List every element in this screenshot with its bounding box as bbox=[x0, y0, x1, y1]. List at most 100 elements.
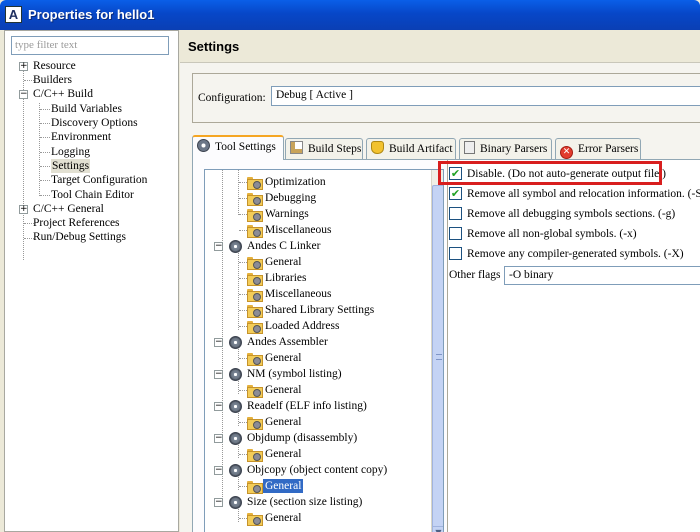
collapse-icon[interactable]: − bbox=[214, 434, 223, 443]
scrollbar-thumb[interactable] bbox=[432, 185, 443, 530]
tree-item-libraries[interactable]: Libraries bbox=[265, 271, 307, 285]
tree-item-general[interactable]: General bbox=[265, 447, 301, 461]
expand-icon[interactable]: + bbox=[19, 205, 28, 214]
scroll-down-icon[interactable]: ▼ bbox=[432, 526, 443, 532]
sidebar-item-settings[interactable]: Settings bbox=[51, 159, 91, 173]
other-flags-input[interactable]: -O binary bbox=[504, 266, 700, 285]
sidebar-item-resource[interactable]: Resource bbox=[33, 59, 76, 73]
folder-gear-icon bbox=[247, 225, 263, 238]
tree-item-general[interactable]: General bbox=[265, 351, 301, 365]
gear-icon bbox=[229, 240, 242, 253]
tree-line bbox=[239, 182, 247, 183]
tool-settings-panel: Optimization Debugging Warnings Miscella… bbox=[192, 159, 700, 532]
tree-item-general[interactable]: General bbox=[265, 511, 301, 525]
error-icon: ✕ bbox=[560, 146, 573, 159]
folder-gear-icon bbox=[247, 193, 263, 206]
tree-line bbox=[238, 413, 239, 426]
configuration-group: Configuration: Debug [ Active ] bbox=[192, 73, 700, 123]
gear-icon bbox=[229, 400, 242, 413]
collapse-icon[interactable]: − bbox=[214, 498, 223, 507]
tree-scrollbar[interactable]: ▼ bbox=[431, 170, 443, 532]
collapse-icon[interactable]: − bbox=[214, 370, 223, 379]
sidebar: type filter text + Resource Builders − C… bbox=[4, 30, 179, 532]
collapse-icon[interactable]: − bbox=[214, 466, 223, 475]
tab-error-parsers[interactable]: ✕ Error Parsers bbox=[555, 138, 641, 159]
gear-icon bbox=[229, 368, 242, 381]
tree-line bbox=[39, 103, 40, 196]
collapse-icon[interactable]: − bbox=[19, 90, 28, 99]
filter-input[interactable]: type filter text bbox=[11, 36, 169, 55]
tree-item-readelf[interactable]: Readelf (ELF info listing) bbox=[247, 399, 367, 413]
tree-item-general[interactable]: General bbox=[265, 255, 301, 269]
remove-nonglobal-checkbox[interactable] bbox=[449, 227, 462, 240]
tree-line bbox=[239, 230, 247, 231]
checkbox-label: Remove all symbol and relocation informa… bbox=[467, 188, 700, 200]
sidebar-item-cc-general[interactable]: C/C++ General bbox=[33, 202, 104, 216]
sidebar-item-environment[interactable]: Environment bbox=[51, 130, 111, 144]
tree-item-optimization[interactable]: Optimization bbox=[265, 175, 326, 189]
tree-item-andes-c-linker[interactable]: Andes C Linker bbox=[247, 239, 320, 253]
gear-icon bbox=[197, 139, 210, 152]
tab-binary-parsers[interactable]: Binary Parsers bbox=[459, 138, 552, 159]
folder-gear-icon bbox=[247, 417, 263, 430]
tree-item-shared-library-settings[interactable]: Shared Library Settings bbox=[265, 303, 374, 317]
tree-line bbox=[239, 486, 247, 487]
tree-line bbox=[239, 278, 247, 279]
tab-label: Tool Settings bbox=[215, 141, 276, 153]
sidebar-item-cc-build[interactable]: C/C++ Build bbox=[33, 87, 93, 101]
configuration-select[interactable]: Debug [ Active ] bbox=[271, 86, 700, 106]
sidebar-item-builders[interactable]: Builders bbox=[33, 73, 72, 87]
sidebar-item-tool-chain-editor[interactable]: Tool Chain Editor bbox=[51, 188, 134, 202]
title-bar[interactable]: A Properties for hello1 bbox=[0, 0, 700, 30]
checkbox-label: Remove all non-global symbols. (-x) bbox=[467, 228, 637, 240]
tree-line bbox=[238, 349, 239, 362]
expand-icon[interactable]: + bbox=[19, 62, 28, 71]
gear-icon bbox=[229, 496, 242, 509]
tree-item-general-selected[interactable]: General bbox=[263, 479, 304, 493]
tree-item-size[interactable]: Size (section size listing) bbox=[247, 495, 362, 509]
tree-item-objcopy[interactable]: Objcopy (object content copy) bbox=[247, 463, 387, 477]
tree-item-miscellaneous[interactable]: Miscellaneous bbox=[265, 223, 331, 237]
tab-tool-settings[interactable]: Tool Settings bbox=[192, 135, 284, 160]
collapse-icon[interactable]: − bbox=[214, 338, 223, 347]
tree-item-debugging[interactable]: Debugging bbox=[265, 191, 316, 205]
collapse-icon[interactable]: − bbox=[214, 402, 223, 411]
highlight-box bbox=[438, 161, 662, 185]
sidebar-item-discovery-options[interactable]: Discovery Options bbox=[51, 116, 138, 130]
sidebar-item-project-references[interactable]: Project References bbox=[33, 216, 120, 230]
sidebar-item-target-configuration[interactable]: Target Configuration bbox=[51, 173, 147, 187]
page-header: Settings bbox=[180, 30, 700, 62]
tree-line bbox=[239, 326, 247, 327]
folder-gear-icon bbox=[247, 449, 263, 462]
tree-line bbox=[239, 294, 247, 295]
remove-debug-checkbox[interactable] bbox=[449, 207, 462, 220]
checkbox-label: Remove any compiler-generated symbols. (… bbox=[467, 248, 684, 260]
tree-line bbox=[238, 509, 239, 522]
folder-gear-icon bbox=[247, 385, 263, 398]
sidebar-item-build-variables[interactable]: Build Variables bbox=[51, 102, 122, 116]
folder-gear-icon bbox=[247, 481, 263, 494]
tree-item-objdump[interactable]: Objdump (disassembly) bbox=[247, 431, 357, 445]
tab-build-artifact[interactable]: Build Artifact bbox=[366, 138, 456, 159]
sidebar-item-logging[interactable]: Logging bbox=[51, 145, 90, 159]
tree-line bbox=[40, 123, 50, 124]
remove-symbols-checkbox[interactable]: ✔ bbox=[449, 187, 462, 200]
tree-line bbox=[40, 152, 50, 153]
tree-item-miscellaneous[interactable]: Miscellaneous bbox=[265, 287, 331, 301]
tree-item-nm[interactable]: NM (symbol listing) bbox=[247, 367, 342, 381]
checkbox-label: Remove all debugging symbols sections. (… bbox=[467, 208, 676, 220]
tree-item-warnings[interactable]: Warnings bbox=[265, 207, 309, 221]
tree-line bbox=[40, 166, 50, 167]
sidebar-item-run-debug-settings[interactable]: Run/Debug Settings bbox=[33, 230, 126, 244]
folder-gear-icon bbox=[247, 305, 263, 318]
collapse-icon[interactable]: − bbox=[214, 242, 223, 251]
tree-item-loaded-address[interactable]: Loaded Address bbox=[265, 319, 339, 333]
tool-tree: Optimization Debugging Warnings Miscella… bbox=[204, 169, 444, 532]
tab-build-steps[interactable]: Build Steps bbox=[285, 138, 363, 159]
tree-item-andes-assembler[interactable]: Andes Assembler bbox=[247, 335, 328, 349]
options-panel: ✔ Disable. (Do not auto-generate output … bbox=[447, 160, 700, 532]
tab-label: Binary Parsers bbox=[480, 143, 548, 155]
tree-item-general[interactable]: General bbox=[265, 383, 301, 397]
tree-item-general[interactable]: General bbox=[265, 415, 301, 429]
remove-compiler-checkbox[interactable] bbox=[449, 247, 462, 260]
